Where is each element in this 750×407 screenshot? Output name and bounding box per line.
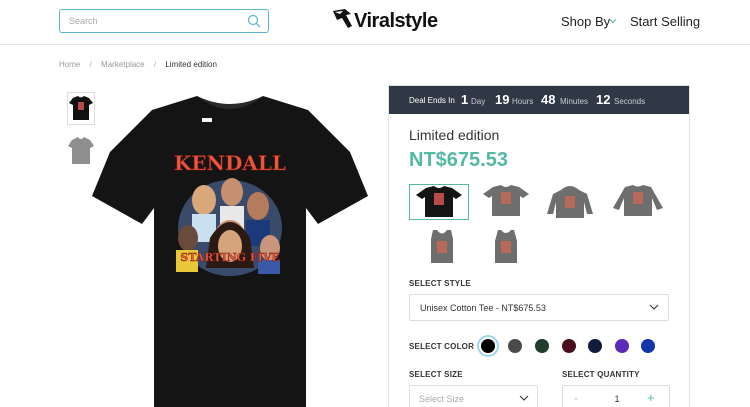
tag-label bbox=[202, 118, 212, 122]
color-swatch-black[interactable] bbox=[481, 339, 495, 353]
select-style-label: SELECT STYLE bbox=[409, 279, 471, 288]
deal-hours-unit: Hours bbox=[512, 97, 534, 106]
chevron-down-icon bbox=[649, 304, 659, 310]
color-swatch-charcoal[interactable] bbox=[508, 339, 522, 353]
search-icon[interactable] bbox=[247, 14, 261, 28]
hoodie-style-icon bbox=[547, 186, 593, 218]
style-option-racerback[interactable] bbox=[477, 229, 537, 265]
color-swatch-maroon[interactable] bbox=[562, 339, 576, 353]
breadcrumb-marketplace[interactable]: Marketplace bbox=[101, 60, 145, 69]
deal-minutes-unit: Minutes bbox=[560, 97, 589, 106]
size-select-placeholder: Select Size bbox=[419, 394, 465, 404]
deal-countdown: Deal Ends In 1 Day 19 Hours 48 Minutes 1… bbox=[389, 86, 689, 114]
breadcrumb-home[interactable]: Home bbox=[59, 60, 80, 69]
style-option-tee-grey[interactable] bbox=[477, 184, 537, 220]
style-option-hoodie[interactable] bbox=[541, 184, 601, 220]
color-swatch-navy[interactable] bbox=[588, 339, 602, 353]
style-option-tank[interactable] bbox=[413, 229, 473, 265]
deal-minutes: 48 bbox=[541, 92, 556, 107]
quantity-stepper: - 1 + bbox=[562, 385, 670, 407]
logo-text[interactable]: Viralstyle bbox=[354, 10, 438, 33]
select-color-label: SELECT COLOR bbox=[409, 342, 475, 351]
tank-style-icon bbox=[431, 230, 453, 263]
quantity-increment-button[interactable]: + bbox=[647, 390, 655, 405]
quantity-value[interactable]: 1 bbox=[609, 394, 625, 404]
deal-days: 1 bbox=[461, 92, 469, 107]
style-select[interactable]: Unisex Cotton Tee - NT$675.53 bbox=[409, 294, 669, 321]
breadcrumb-separator: / bbox=[89, 60, 92, 69]
deal-days-unit: Day bbox=[471, 97, 486, 106]
breadcrumb-separator: / bbox=[153, 60, 157, 69]
color-swatch-royal[interactable] bbox=[641, 339, 655, 353]
quantity-decrement-button[interactable]: - bbox=[574, 391, 578, 405]
chevron-down-icon bbox=[519, 395, 529, 401]
search-box[interactable] bbox=[59, 9, 269, 33]
product-image: KENDALL STARTING FIVE bbox=[92, 96, 368, 407]
color-swatch-forest[interactable] bbox=[535, 339, 549, 353]
product-panel: Deal Ends In 1 Day 19 Hours 48 Minutes 1… bbox=[388, 85, 690, 407]
breadcrumb: Home / Marketplace / Limited edition bbox=[59, 60, 224, 69]
product-price: NT$675.53 bbox=[409, 149, 508, 171]
nav-shop-by[interactable]: Shop By bbox=[561, 14, 617, 29]
shirt-print-title: KENDALL bbox=[174, 151, 286, 175]
style-select-value: Unisex Cotton Tee - NT$675.53 bbox=[420, 303, 546, 313]
product-title: Limited edition bbox=[409, 127, 500, 143]
size-select[interactable]: Select Size bbox=[409, 385, 538, 407]
deal-hours: 19 bbox=[495, 92, 510, 107]
breadcrumb-current: Limited edition bbox=[165, 60, 217, 69]
search-input[interactable] bbox=[60, 10, 240, 32]
site-header: Viralstyle Shop By Start Selling bbox=[0, 0, 750, 45]
style-option-sweatshirt[interactable] bbox=[609, 184, 669, 220]
chevron-down-icon bbox=[609, 19, 617, 24]
select-quantity-label: SELECT QUANTITY bbox=[562, 370, 640, 379]
style-option-tee[interactable] bbox=[409, 184, 469, 220]
shirt-print-subtitle: STARTING FIVE bbox=[180, 251, 280, 264]
tee-style-icon bbox=[416, 186, 462, 217]
deal-seconds: 12 bbox=[596, 92, 611, 107]
nav-start-selling[interactable]: Start Selling bbox=[630, 14, 700, 29]
deal-label: Deal Ends In bbox=[409, 96, 455, 105]
racerback-style-icon bbox=[495, 230, 517, 263]
nav-shop-by-label: Shop By bbox=[561, 14, 611, 29]
deal-seconds-unit: Seconds bbox=[614, 97, 646, 106]
color-swatch-purple[interactable] bbox=[615, 339, 629, 353]
sweatshirt-style-icon bbox=[613, 185, 663, 216]
select-size-label: SELECT SIZE bbox=[409, 370, 463, 379]
tee-style-icon bbox=[483, 185, 529, 216]
